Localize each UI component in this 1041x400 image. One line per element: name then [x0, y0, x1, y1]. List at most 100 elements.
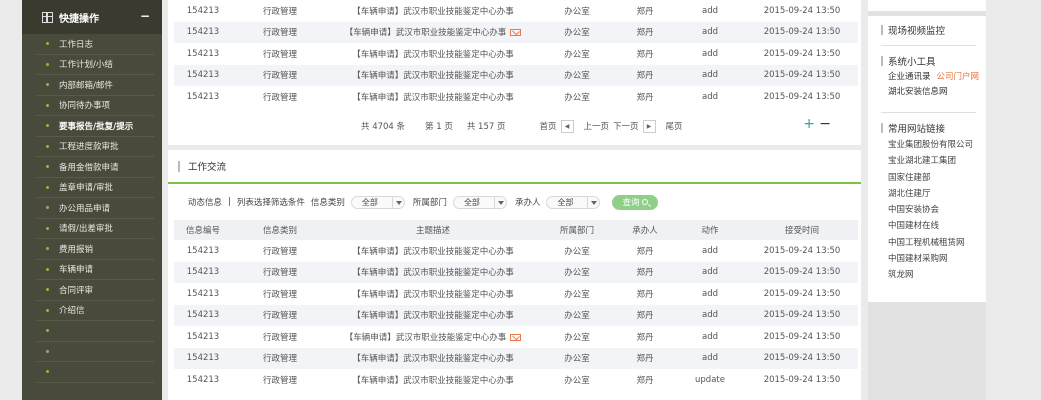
last-page-link[interactable]: 尾页 [666, 120, 683, 132]
external-link[interactable]: 中国安装协会 [888, 202, 986, 218]
sidebar-item-label: 费用报销 [59, 244, 94, 255]
cell-subject[interactable]: 【车辆申请】武汉市职业技能鉴定中心办事 [328, 0, 538, 22]
sidebar-item[interactable]: 请假/出差审批 [36, 219, 154, 239]
cell-subject[interactable]: 【车辆申请】武汉市职业技能鉴定中心办事 [328, 283, 538, 305]
cell-time: 2015-09-24 13:50 [746, 304, 858, 326]
cell-subject[interactable]: 【车辆申请】武汉市职业技能鉴定中心办事 [328, 304, 538, 326]
video-monitor-link[interactable]: 现场视频监控 [881, 21, 986, 39]
sidebar-header[interactable]: 快捷操作 − [22, 0, 162, 34]
column-header: 承办人 [616, 220, 674, 240]
portal-link[interactable]: 公司门户网 [937, 70, 980, 85]
cell-dept: 办公室 [538, 21, 616, 43]
tools-header: 系统小工具 [881, 52, 986, 70]
sidebar-item[interactable]: 工作日志 [36, 34, 154, 55]
external-link[interactable]: 湖北住建厅 [888, 186, 986, 202]
collapse-icon[interactable]: − [140, 9, 150, 23]
pagination: 共 4704 条 第 1 页 共 157 页 首页 ◀ 上一页 下一页 ▶ 尾页… [168, 115, 861, 137]
first-page-link[interactable]: 首页 [540, 120, 557, 132]
chevron-down-icon [493, 196, 506, 208]
table-row[interactable]: 154213 行政管理 【车辆申请】武汉市职业技能鉴定中心办事 办公室 郑丹 add 201… [174, 21, 858, 43]
bullet-icon [46, 226, 49, 230]
filter-bar: 动态信息 | 列表选择筛选条件 信息类别 全部 所属部门 全部 承办人 全部 查… [168, 184, 861, 220]
table-row[interactable]: 154213 行政管理 【车辆申请】武汉市职业技能鉴定中心办事 办公室 郑丹 update… [174, 369, 858, 391]
table-row[interactable]: 154213 行政管理 【车辆申请】武汉市职业技能鉴定中心办事 办公室 郑丹 add 201… [174, 283, 858, 305]
query-button[interactable]: 查询 [612, 194, 659, 210]
cell-time: 2015-09-24 13:50 [746, 261, 858, 283]
sidebar-item[interactable] [36, 362, 154, 383]
sidebar-item[interactable]: 备用金借款申请 [36, 157, 154, 178]
bullet-icon [46, 349, 49, 353]
cell-user: 郑丹 [616, 21, 674, 43]
cell-subject[interactable]: 【车辆申请】武汉市职业技能鉴定中心办事 [328, 43, 538, 65]
cell-type: 行政管理 [232, 64, 328, 86]
external-link[interactable]: 中国建材采购网 [888, 251, 986, 267]
cell-subject[interactable]: 【车辆申请】武汉市职业技能鉴定中心办事 [328, 86, 538, 108]
cell-subject[interactable]: 【车辆申请】武汉市职业技能鉴定中心办事 [328, 347, 538, 369]
cell-subject[interactable]: 【车辆申请】武汉市职业技能鉴定中心办事 [328, 240, 538, 262]
subject-text: 【车辆申请】武汉市职业技能鉴定中心办事 [352, 354, 514, 365]
sidebar-item-label: 合同评审 [59, 285, 94, 296]
cell-action: add [702, 91, 718, 102]
table-row[interactable]: 154213 行政管理 【车辆申请】武汉市职业技能鉴定中心办事 办公室 郑丹 add 201… [174, 43, 858, 65]
cell-action: update [695, 374, 725, 385]
sidebar-item[interactable]: 合同评审 [36, 280, 154, 301]
dept-select[interactable]: 全部 [452, 195, 507, 209]
table-row[interactable]: 154213 行政管理 【车辆申请】武汉市职业技能鉴定中心办事 办公室 郑丹 add 201… [174, 86, 858, 108]
tools-row: 企业通讯录 公司门户网 [888, 70, 986, 85]
cell-subject[interactable]: 【车辆申请】武汉市职业技能鉴定中心办事 [328, 21, 538, 43]
sidebar-item[interactable]: 协同待办事项 [36, 96, 154, 116]
cell-type: 行政管理 [262, 375, 297, 386]
table-row[interactable]: 154213 行政管理 【车辆申请】武汉市职业技能鉴定中心办事 办公室 郑丹 add 201… [174, 347, 858, 369]
table-row[interactable]: 154213 行政管理 【车辆申请】武汉市职业技能鉴定中心办事 办公室 郑丹 add 201… [174, 64, 858, 86]
cell-user: 郑丹 [616, 304, 674, 326]
cell-id: 154213 [174, 304, 232, 326]
sidebar-item[interactable]: 要事报告/批复/提示 [36, 116, 154, 137]
table-row[interactable]: 154213 行政管理 【车辆申请】武汉市职业技能鉴定中心办事 办公室 郑丹 add 201… [174, 261, 858, 283]
right-tools-box: 现场视频监控 系统小工具 企业通讯录 公司门户网 湖北安装信息网 [868, 16, 986, 112]
chevron-down-icon [391, 196, 404, 208]
cell-time: 2015-09-24 13:50 [746, 21, 858, 43]
table-row[interactable]: 154213 行政管理 【车辆申请】武汉市职业技能鉴定中心办事 办公室 郑丹 add 201… [174, 0, 858, 22]
cell-subject[interactable]: 【车辆申请】武汉市职业技能鉴定中心办事 [328, 64, 538, 86]
sidebar-item[interactable]: 内部邮箱/邮件 [36, 75, 154, 96]
external-link[interactable]: 宝业湖北建工集团 [888, 153, 986, 169]
next-page-link[interactable]: 下一页 [613, 120, 639, 132]
tools-row: 湖北安装信息网 [888, 85, 986, 100]
sidebar-item[interactable]: 工作计划/小结 [36, 55, 154, 75]
sidebar-item[interactable]: 费用报销 [36, 239, 154, 260]
prev-page-link[interactable]: 上一页 [584, 120, 610, 132]
sidebar-item[interactable]: 办公用品申请 [36, 198, 154, 219]
user-select[interactable]: 全部 [546, 195, 601, 209]
sidebar-item[interactable] [36, 321, 154, 342]
type-select[interactable]: 全部 [350, 195, 405, 209]
external-link[interactable]: 筑龙网 [888, 267, 986, 283]
external-link[interactable]: 国家住建部 [888, 170, 986, 186]
cell-subject[interactable]: 【车辆申请】武汉市职业技能鉴定中心办事 [328, 326, 538, 348]
next-arrow-icon[interactable]: ▶ [642, 119, 656, 133]
table-row[interactable]: 154213 行政管理 【车辆申请】武汉市职业技能鉴定中心办事 办公室 郑丹 add 201… [174, 240, 858, 262]
table-row[interactable]: 154213 行政管理 【车辆申请】武汉市职业技能鉴定中心办事 办公室 郑丹 add 201… [174, 326, 858, 348]
expand-icon[interactable]: + [803, 116, 815, 132]
cell-dept: 办公室 [564, 92, 590, 103]
cell-subject[interactable]: 【车辆申请】武汉市职业技能鉴定中心办事 [328, 261, 538, 283]
collapse-panel-icon[interactable]: − [819, 116, 831, 132]
sidebar-item[interactable]: 车辆申请 [36, 260, 154, 280]
sidebar-item[interactable]: 盖章申请/审批 [36, 178, 154, 198]
contacts-link[interactable]: 企业通讯录 [888, 70, 931, 85]
external-link[interactable]: 宝业集团股份有限公司 [888, 137, 986, 153]
sidebar-item[interactable] [36, 342, 154, 362]
hubei-install-link[interactable]: 湖北安装信息网 [888, 85, 948, 100]
cell-subject[interactable]: 【车辆申请】武汉市职业技能鉴定中心办事 [328, 369, 538, 391]
main-content: 154213 行政管理 【车辆申请】武汉市职业技能鉴定中心办事 办公室 郑丹 add 201… [168, 0, 861, 400]
prev-arrow-icon[interactable]: ◀ [560, 119, 574, 133]
external-link[interactable]: 中国建材在线 [888, 218, 986, 234]
column-header: 信息类别 [232, 220, 328, 240]
sidebar-item[interactable]: 工程进度款审批 [36, 137, 154, 157]
external-link[interactable]: 中国工程机械租赁网 [888, 235, 986, 251]
cell-time: 2015-09-24 13:50 [763, 245, 841, 256]
sidebar-item[interactable]: 介绍信 [36, 301, 154, 321]
table-row[interactable]: 154213 行政管理 【车辆申请】武汉市职业技能鉴定中心办事 办公室 郑丹 add 201… [174, 304, 858, 326]
tools-title: 系统小工具 [888, 57, 936, 68]
cell-id: 154213 [174, 64, 232, 86]
work-exchange-panel: 工作交流 动态信息 | 列表选择筛选条件 信息类别 全部 所属部门 全部 承办人… [168, 150, 861, 400]
